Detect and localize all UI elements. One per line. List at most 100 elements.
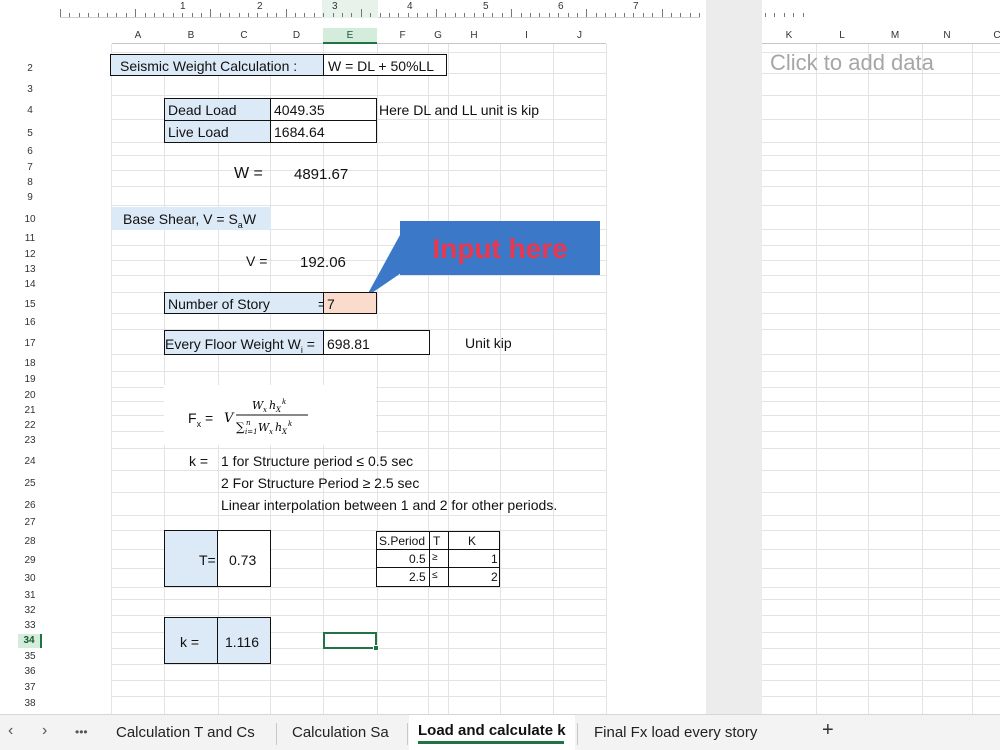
dead-load-label-cell[interactable]: Dead Load (164, 98, 271, 121)
base-shear-label-cell[interactable]: Base Shear, V = SaW (112, 207, 271, 230)
row-header[interactable]: 32 (18, 604, 42, 618)
row-header[interactable]: 19 (18, 373, 42, 387)
sheet-grid[interactable] (112, 44, 606, 714)
row-header[interactable]: 23 (18, 434, 42, 448)
column-header[interactable]: H (448, 28, 500, 44)
row-header[interactable]: 20 (18, 389, 42, 403)
ruler-tick (567, 13, 569, 17)
row-header[interactable]: 7 (18, 161, 42, 175)
column-header[interactable]: A (112, 28, 164, 44)
floor-weight-label-cell[interactable]: Every Floor Weight Wi = (164, 330, 324, 355)
row-header[interactable]: 13 (18, 263, 42, 277)
column-header[interactable]: M (868, 28, 922, 44)
row-header[interactable]: 17 (18, 337, 42, 351)
t-label-cell[interactable]: T= (164, 530, 218, 587)
row-header[interactable]: 3 (18, 83, 42, 97)
row-header[interactable]: 16 (18, 316, 42, 330)
more-tabs-icon[interactable]: ••• (75, 725, 88, 739)
column-header[interactable]: B (164, 28, 218, 44)
row-header[interactable]: 33 (18, 619, 42, 633)
tab-final-fx-load[interactable]: Final Fx load every story (594, 724, 757, 741)
gridline (762, 599, 1000, 600)
row-header[interactable]: 25 (18, 477, 42, 491)
row-header[interactable]: 37 (18, 681, 42, 695)
page-right-margin (606, 44, 706, 714)
column-header[interactable]: K (762, 28, 816, 44)
floor-weight-unit: Unit kip (465, 335, 512, 351)
row-header[interactable]: 22 (18, 419, 42, 433)
gridline (112, 95, 606, 96)
gridline (762, 119, 1000, 120)
column-header[interactable]: C (218, 28, 270, 44)
story-label-cell[interactable]: Number of Story = (164, 292, 326, 314)
prev-sheet-icon[interactable]: ‹ (8, 722, 13, 740)
k-result-value-cell[interactable]: 1.116 (217, 617, 271, 664)
row-header[interactable]: 38 (18, 697, 42, 711)
story-input-cell[interactable]: 7 (323, 292, 377, 314)
column-header[interactable]: D (270, 28, 323, 44)
ruler-tick (661, 9, 663, 17)
row-header[interactable]: 5 (18, 127, 42, 141)
floor-weight-value-cell[interactable]: 698.81 (323, 330, 430, 355)
row-header[interactable]: 21 (18, 404, 42, 418)
k-rule-3: Linear interpolation between 1 and 2 for… (221, 497, 558, 513)
row-header[interactable]: 8 (18, 176, 42, 190)
add-sheet-button[interactable]: + (822, 719, 834, 742)
live-load-value-cell[interactable]: 1684.64 (270, 120, 377, 143)
row-header[interactable]: 2 (18, 62, 42, 76)
add-data-placeholder[interactable]: Click to add data (770, 50, 934, 76)
ruler-tick (323, 13, 325, 17)
ruler-tick (360, 9, 362, 17)
row-header[interactable]: 35 (18, 650, 42, 664)
gridline (270, 44, 271, 714)
row-header[interactable]: 6 (18, 145, 42, 159)
column-header[interactable]: F (377, 28, 428, 44)
tab-load-calculate-k[interactable]: Load and calculate k (418, 722, 566, 739)
t-header: T (433, 534, 441, 548)
row-header[interactable]: 29 (18, 554, 42, 568)
column-header[interactable]: N (922, 28, 972, 44)
seismic-label-cell[interactable]: Seismic Weight Calculation : (110, 54, 324, 76)
gridline (762, 387, 1000, 388)
tab-calculation-t-cs[interactable]: Calculation T and Cs (116, 724, 255, 741)
seismic-formula-cell[interactable]: W = DL + 50%LL (323, 54, 447, 76)
row-header[interactable]: 30 (18, 572, 42, 586)
column-header-selected[interactable]: E (323, 28, 377, 44)
row-header[interactable]: 27 (18, 516, 42, 530)
column-header[interactable]: C (972, 28, 1000, 44)
k-rule-1: 1 for Structure period ≤ 0.5 sec (221, 453, 414, 469)
row-header[interactable]: 26 (18, 499, 42, 513)
k-result-label-cell[interactable]: k = (164, 617, 218, 664)
ruler-tick (304, 13, 306, 17)
row-header[interactable]: 14 (18, 278, 42, 292)
row-header[interactable]: 12 (18, 248, 42, 262)
row-header[interactable]: 28 (18, 535, 42, 549)
fill-handle[interactable] (373, 645, 379, 651)
column-header[interactable]: J (553, 28, 606, 44)
column-header[interactable]: G (428, 28, 448, 44)
page-break-gap (706, 0, 762, 714)
row-header[interactable]: 9 (18, 191, 42, 205)
row-header-selected[interactable]: 34 (18, 634, 42, 648)
ruler-tick (689, 13, 691, 17)
row-header[interactable]: 31 (18, 589, 42, 603)
row-header[interactable]: 4 (18, 104, 42, 118)
tab-calculation-sa[interactable]: Calculation Sa (292, 724, 389, 741)
row-header[interactable]: 15 (18, 298, 42, 312)
live-load-label-cell[interactable]: Live Load (164, 120, 271, 143)
ruler-tick (60, 9, 61, 17)
next-sheet-icon[interactable]: › (42, 722, 47, 740)
period-table-row: 0.5 ≥ 1 (377, 550, 499, 568)
dead-load-value-cell[interactable]: 4049.35 (270, 98, 377, 121)
row-header[interactable]: 36 (18, 665, 42, 679)
active-cell-selection[interactable] (323, 632, 377, 649)
row-header[interactable]: 11 (18, 232, 42, 246)
gridline (112, 186, 606, 187)
row-header[interactable]: 10 (18, 213, 42, 227)
row-header[interactable]: 24 (18, 455, 42, 469)
row-header[interactable]: 18 (18, 357, 42, 371)
column-header[interactable]: L (816, 28, 868, 44)
column-header[interactable]: I (500, 28, 553, 44)
t-value-cell[interactable]: 0.73 (217, 530, 271, 587)
next-page-area[interactable]: Click to add data (762, 44, 1000, 714)
